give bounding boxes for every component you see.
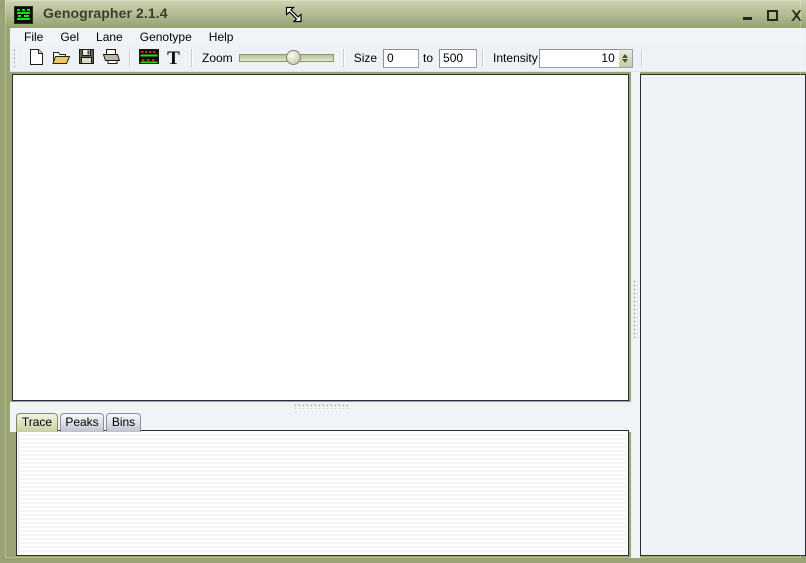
resize-nwse-cursor xyxy=(283,4,305,26)
toolbar: T Zoom Size to Intensity xyxy=(10,45,806,72)
trace-panel[interactable] xyxy=(16,430,629,556)
text-T-icon: T xyxy=(167,47,180,69)
size-to-input[interactable] xyxy=(439,48,478,68)
text-tool-button[interactable]: T xyxy=(161,47,186,70)
intensity-input[interactable] xyxy=(538,48,619,68)
minimize-button[interactable] xyxy=(742,9,755,22)
zoom-label: Zoom xyxy=(202,51,233,65)
toolbar-separator-3 xyxy=(342,49,345,67)
title-bar[interactable]: Genographer 2.1.4 xyxy=(5,0,806,28)
zoom-slider[interactable] xyxy=(238,48,334,68)
size-label: Size xyxy=(353,51,378,65)
toolbar-drag-grip[interactable] xyxy=(12,47,21,69)
spin-up-arrow[interactable] xyxy=(622,53,629,58)
menu-item-lane[interactable]: Lane xyxy=(88,29,132,45)
toolbar-separator-5 xyxy=(640,49,643,67)
spin-down-arrow[interactable] xyxy=(622,58,629,63)
application-window: Genographer 2.1.4 File Gel Lane Genotype… xyxy=(0,0,806,563)
menu-item-gel[interactable]: Gel xyxy=(52,29,88,45)
toolbar-separator-2 xyxy=(191,49,193,67)
app-icon xyxy=(14,6,33,24)
left-column: Trace Peaks Bins xyxy=(10,72,631,558)
main-content: Trace Peaks Bins xyxy=(10,72,806,558)
vertical-splitter[interactable] xyxy=(631,72,640,558)
intensity-spinner[interactable] xyxy=(618,48,633,68)
maximize-button[interactable] xyxy=(766,9,779,22)
toolbar-separator-4 xyxy=(482,49,485,67)
menu-item-help[interactable]: Help xyxy=(201,29,243,45)
lane-list-content xyxy=(642,76,804,554)
zoom-slider-thumb[interactable] xyxy=(285,50,301,65)
new-file-button[interactable] xyxy=(24,47,49,70)
tab-strip: Trace Peaks Bins xyxy=(10,411,631,432)
size-from-input[interactable] xyxy=(383,48,420,68)
horizontal-splitter-grip[interactable] xyxy=(294,404,350,409)
gel-view-button[interactable] xyxy=(136,47,161,70)
open-folder-icon xyxy=(52,48,71,69)
vertical-splitter-grip[interactable] xyxy=(633,280,638,338)
menu-item-genotype[interactable]: Genotype xyxy=(132,29,201,45)
print-button[interactable] xyxy=(99,47,124,70)
save-file-button[interactable] xyxy=(74,47,99,70)
gel-image-canvas[interactable] xyxy=(12,74,629,401)
printer-icon xyxy=(102,48,121,68)
gel-image-icon xyxy=(138,49,159,67)
tab-bins[interactable]: Bins xyxy=(106,413,141,432)
toolbar-separator-1 xyxy=(129,49,131,67)
lane-list-panel[interactable] xyxy=(640,74,806,556)
new-document-icon xyxy=(28,48,45,69)
menu-bar: File Gel Lane Genotype Help xyxy=(10,28,806,45)
size-to-label: to xyxy=(423,51,434,65)
window-controls xyxy=(742,7,803,23)
menu-item-file[interactable]: File xyxy=(16,29,52,45)
intensity-label: Intensity xyxy=(493,51,538,65)
close-button[interactable] xyxy=(790,9,803,22)
floppy-disk-icon xyxy=(78,48,95,68)
horizontal-splitter[interactable] xyxy=(10,402,631,411)
trace-panel-content xyxy=(18,432,627,554)
tab-trace[interactable]: Trace xyxy=(16,413,58,432)
tab-peaks[interactable]: Peaks xyxy=(60,413,104,432)
window-title: Genographer 2.1.4 xyxy=(43,5,168,21)
open-file-button[interactable] xyxy=(49,47,74,70)
